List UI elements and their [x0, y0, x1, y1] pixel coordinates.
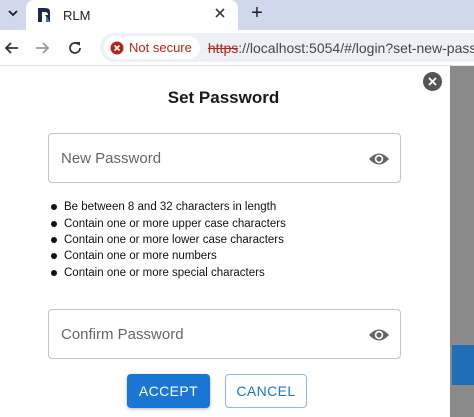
reload-button[interactable]: [63, 36, 87, 60]
bullet: [51, 253, 57, 260]
password-rule-text: Be between 8 and 32 characters in length: [64, 201, 277, 214]
bullet: [51, 269, 57, 276]
accept-button[interactable]: ACCEPT: [127, 374, 210, 408]
bullet: [51, 204, 57, 211]
password-rule: Contain one or more upper case character…: [51, 215, 286, 231]
password-rule: Contain one or more special characters: [51, 265, 286, 281]
eye-icon[interactable]: [368, 149, 390, 169]
arrow-left-icon: [4, 42, 18, 54]
bullet: [51, 236, 57, 243]
tab-title: RLM: [63, 7, 91, 23]
confirm-password-input[interactable]: [49, 310, 400, 358]
url-scheme: https: [207, 39, 239, 56]
tab-close-button[interactable]: [212, 7, 228, 23]
warning-circle-icon: [110, 41, 124, 54]
password-rule-text: Contain one or more upper case character…: [64, 217, 286, 230]
reload-icon: [69, 42, 81, 54]
cancel-button[interactable]: CANCEL: [225, 374, 307, 408]
confirm-password-field[interactable]: [48, 309, 401, 359]
password-rule-text: Contain one or more lower case character…: [64, 233, 284, 246]
password-rule: Be between 8 and 32 characters in length: [51, 199, 286, 215]
new-password-input[interactable]: [49, 134, 400, 182]
tab-search-button[interactable]: [0, 0, 26, 26]
eye-icon[interactable]: [368, 325, 390, 345]
browser-tab-strip: RLM +: [0, 0, 474, 30]
url-rest: ://localhost:5054/#/login?set-new-passwo…: [238, 39, 474, 56]
url-text: https://localhost:5054/#/login?set-new-p…: [208, 40, 474, 56]
chevron-down-icon: [8, 10, 18, 17]
close-icon: [215, 8, 225, 18]
password-rule: Contain one or more numbers: [51, 248, 286, 264]
password-rule: Contain one or more lower case character…: [51, 232, 286, 248]
new-password-field[interactable]: [48, 133, 401, 183]
password-rules-list: Be between 8 and 32 characters in length…: [51, 199, 286, 281]
arrow-right-icon: [36, 42, 50, 54]
browser-tab[interactable]: RLM: [26, 0, 238, 30]
browser-toolbar: Not secure https://localhost:5054/#/logi…: [0, 30, 474, 66]
dialog-title: Set Password: [167, 88, 280, 107]
address-bar[interactable]: Not secure https://localhost:5054/#/logi…: [100, 33, 474, 62]
backdrop-accent: [452, 345, 474, 385]
password-rule-text: Contain one or more special characters: [64, 266, 265, 279]
close-circle-icon: [428, 77, 437, 86]
security-indicator[interactable]: Not secure: [104, 36, 200, 59]
bullet: [51, 220, 57, 227]
security-label: Not secure: [129, 40, 192, 55]
back-button[interactable]: [0, 36, 24, 60]
new-tab-button[interactable]: +: [244, 0, 270, 26]
forward-button[interactable]: [30, 36, 54, 60]
rlm-logo-icon: [35, 6, 53, 24]
password-rule-text: Contain one or more numbers: [64, 250, 217, 263]
